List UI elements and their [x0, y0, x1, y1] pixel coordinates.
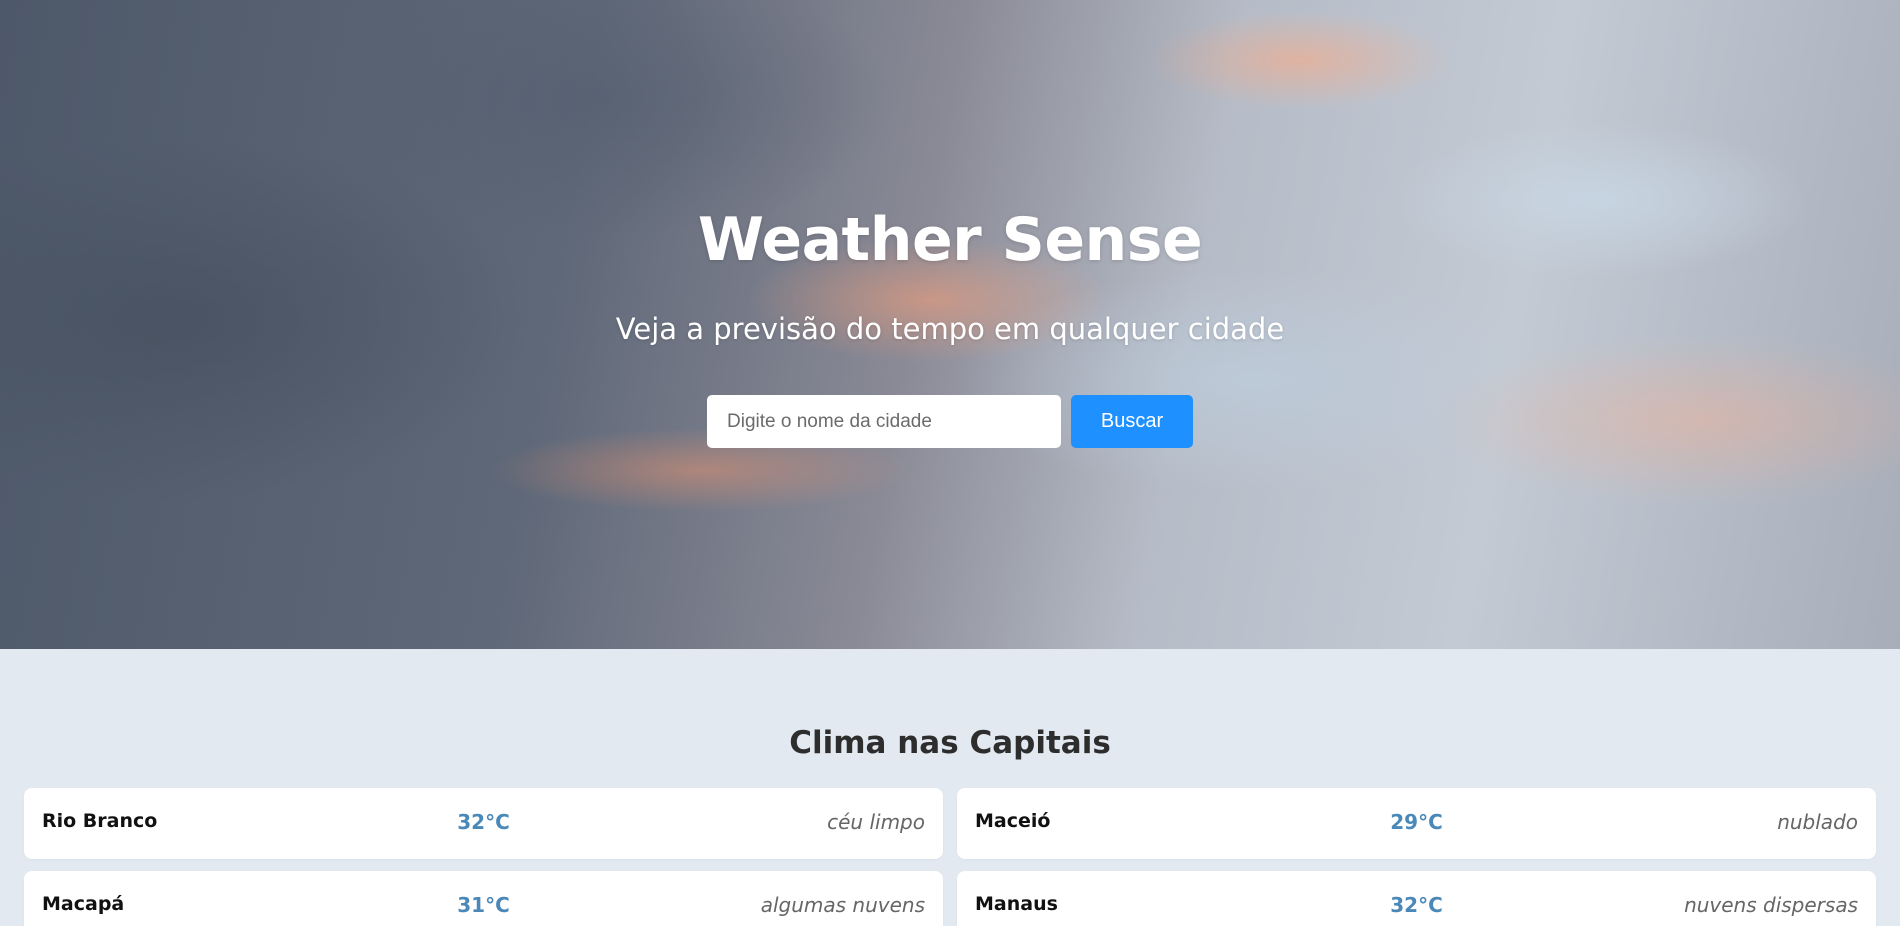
- hero-content: Weather Sense Veja a previsão do tempo e…: [0, 0, 1900, 649]
- hero-banner: Weather Sense Veja a previsão do tempo e…: [0, 0, 1900, 649]
- search-button[interactable]: Buscar: [1071, 395, 1193, 448]
- capital-card: Manaus 32°C nuvens dispersas: [957, 871, 1876, 926]
- capital-weather-description: céu limpo: [827, 810, 925, 834]
- app-title: Weather Sense: [697, 205, 1203, 275]
- city-search-input[interactable]: [707, 395, 1061, 448]
- capital-weather-description: nuvens dispersas: [1684, 893, 1858, 917]
- capital-temperature: 29°C: [1390, 810, 1443, 834]
- capital-weather-description: algumas nuvens: [760, 893, 925, 917]
- capital-weather-description: nublado: [1777, 810, 1858, 834]
- capital-card: Rio Branco 32°C céu limpo: [24, 788, 943, 859]
- capital-temperature: 32°C: [457, 810, 510, 834]
- app-subtitle: Veja a previsão do tempo em qualquer cid…: [615, 312, 1285, 346]
- capital-card: Macapá 31°C algumas nuvens: [24, 871, 943, 926]
- capitals-title: Clima nas Capitais: [789, 725, 1111, 761]
- capital-card: Maceió 29°C nublado: [957, 788, 1876, 859]
- search-form: Buscar: [707, 395, 1193, 448]
- capitals-section: Clima nas Capitais Rio Branco 32°C céu l…: [0, 649, 1900, 926]
- capitals-grid: Rio Branco 32°C céu limpo Maceió 29°C nu…: [24, 788, 1876, 926]
